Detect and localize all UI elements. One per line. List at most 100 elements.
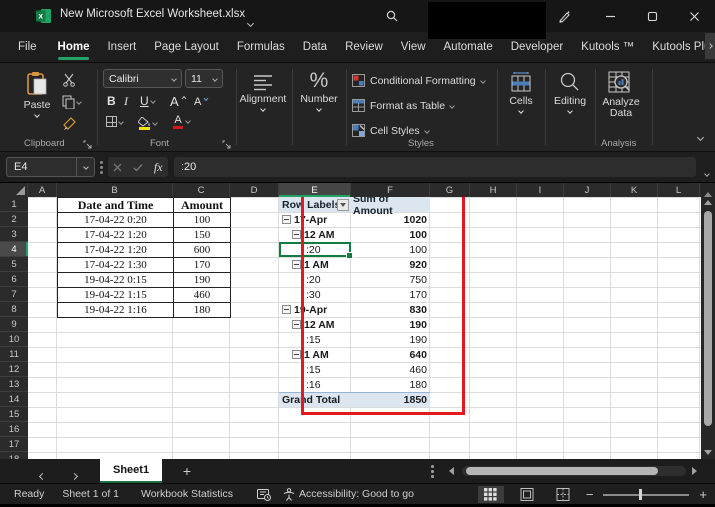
data-table-cell-date[interactable]: 19-04-22 0:15 [58,273,174,288]
pivot-cell-label[interactable]: 17-Apr [279,212,351,227]
name-box-dropdown-icon[interactable] [76,158,94,176]
formula-bar-resize-handle[interactable] [100,161,103,174]
pivot-cell-label[interactable]: Grand Total [279,393,351,408]
cells-area[interactable]: Date and TimeAmount17-04-22 0:2010017-04… [28,183,701,459]
format-painter-icon[interactable] [62,117,77,131]
pivot-filter-icon[interactable] [337,199,349,211]
row-header-3[interactable]: 3 [0,227,28,242]
data-table-header-amount[interactable]: Amount [174,198,231,213]
formula-input[interactable]: :20 [174,157,696,177]
pivot-cell-label[interactable]: 19-Apr [279,302,351,317]
row-header-1[interactable]: 1 [0,197,28,212]
row-header-16[interactable]: 16 [0,422,28,437]
close-button[interactable] [680,6,708,26]
menu-item-formulas[interactable]: Formulas [228,32,294,62]
collapse-icon[interactable] [292,320,301,329]
pivot-cell-value[interactable]: 460 [351,362,430,377]
sheet-tab-active[interactable]: Sheet1 [100,459,162,483]
row-header-13[interactable]: 13 [0,377,28,392]
font-size-select[interactable]: 11 [185,69,223,88]
source-data-table[interactable]: Date and TimeAmount17-04-22 0:2010017-04… [57,197,231,318]
accessibility-status[interactable]: Accessibility: Good to go [283,488,414,501]
menu-item-review[interactable]: Review [336,32,392,62]
enter-icon[interactable] [133,163,143,172]
row-header-11[interactable]: 11 [0,347,28,362]
vertical-scroll-thumb[interactable] [704,211,712,426]
copy-icon[interactable] [62,95,81,109]
pivot-cell-value[interactable]: 100 [351,227,430,242]
zoom-in-button[interactable]: + [699,487,707,502]
pivot-cell-label[interactable]: 1 AM [279,257,351,272]
insert-function-icon[interactable]: fx [154,160,163,175]
decrease-font-size-button[interactable]: A [194,96,209,108]
column-header-L[interactable]: L [658,183,700,197]
horizontal-scroll-thumb[interactable] [466,467,658,475]
cells-button[interactable]: Cells [500,71,542,113]
fill-color-button[interactable] [138,116,157,129]
horizontal-scrollbar[interactable] [462,466,686,476]
column-header-F[interactable]: F [351,183,430,197]
collapse-icon[interactable] [292,260,301,269]
row-header-9[interactable]: 9 [0,317,28,332]
pivot-cell-label[interactable]: :20 [279,272,351,287]
scroll-up-icon[interactable] [704,200,712,205]
increase-font-size-button[interactable]: A [170,94,187,109]
tab-bar-divider-dots[interactable] [431,465,434,480]
scroll-down-icon[interactable] [704,450,712,455]
pivot-cell-value[interactable]: 190 [351,332,430,347]
pivot-table[interactable]: Row Labels Sum of Amount 17-Apr102012 AM… [279,197,430,407]
pivot-cell-label[interactable]: :30 [279,287,351,302]
cut-icon[interactable] [62,73,76,87]
pivot-cell-label[interactable]: 12 AM [279,317,351,332]
pivot-cell-value[interactable]: 180 [351,377,430,392]
column-header-C[interactable]: C [173,183,230,197]
data-table-cell-date[interactable]: 17-04-22 1:20 [58,228,174,243]
data-table-cell-date[interactable]: 17-04-22 1:30 [58,258,174,273]
reading-layout-icon[interactable] [257,488,271,501]
row-header-15[interactable]: 15 [0,407,28,422]
alignment-button[interactable]: Alignment [238,73,288,111]
pivot-cell-value[interactable]: 640 [351,347,430,362]
column-header-E[interactable]: E [279,183,351,197]
column-header-D[interactable]: D [230,183,279,197]
collapse-icon[interactable] [282,305,291,314]
font-name-select[interactable]: Calibri [103,69,182,88]
menu-item-page-layout[interactable]: Page Layout [145,32,228,62]
pivot-cell-label[interactable]: :20 [279,242,351,257]
column-header-G[interactable]: G [430,183,470,197]
pivot-header-sum[interactable]: Sum of Amount [351,197,430,212]
pivot-header-row-labels[interactable]: Row Labels [279,197,351,212]
select-all-corner[interactable] [0,183,28,197]
collapse-icon[interactable] [292,230,301,239]
pivot-cell-value[interactable]: 1850 [351,393,430,408]
font-dialog-launcher[interactable] [222,140,231,149]
row-header-2[interactable]: 2 [0,212,28,227]
data-table-cell-date[interactable]: 19-04-22 1:15 [58,288,174,303]
pivot-cell-value[interactable]: 920 [351,257,430,272]
editing-button[interactable]: Editing [548,71,592,113]
menu-item-insert[interactable]: Insert [98,32,145,62]
column-header-A[interactable]: A [28,183,57,197]
title-dropdown-icon[interactable] [248,13,253,31]
data-table-cell-amount[interactable]: 460 [174,288,231,303]
row-header-6[interactable]: 6 [0,272,28,287]
data-table-cell-date[interactable]: 17-04-22 0:20 [58,213,174,228]
zoom-slider[interactable] [603,494,689,496]
hscroll-left-icon[interactable] [449,467,454,475]
column-header-B[interactable]: B [57,183,173,197]
row-header-4[interactable]: 4 [0,242,28,257]
maximize-button[interactable] [638,6,666,26]
clipboard-dialog-launcher[interactable] [83,140,92,149]
workbook-statistics-button[interactable]: Workbook Statistics [141,488,233,500]
menu-item-kutools[interactable]: Kutools ™ [572,32,643,62]
pivot-cell-value[interactable]: 100 [351,242,430,257]
collapse-ribbon-icon[interactable] [698,127,703,145]
pivot-cell-value[interactable]: 830 [351,302,430,317]
row-header-14[interactable]: 14 [0,392,28,407]
pivot-cell-value[interactable]: 190 [351,317,430,332]
number-button[interactable]: % Number [295,71,343,111]
data-table-cell-amount[interactable]: 100 [174,213,231,228]
row-header-10[interactable]: 10 [0,332,28,347]
search-icon[interactable] [378,6,406,26]
pivot-cell-label[interactable]: :15 [279,362,351,377]
